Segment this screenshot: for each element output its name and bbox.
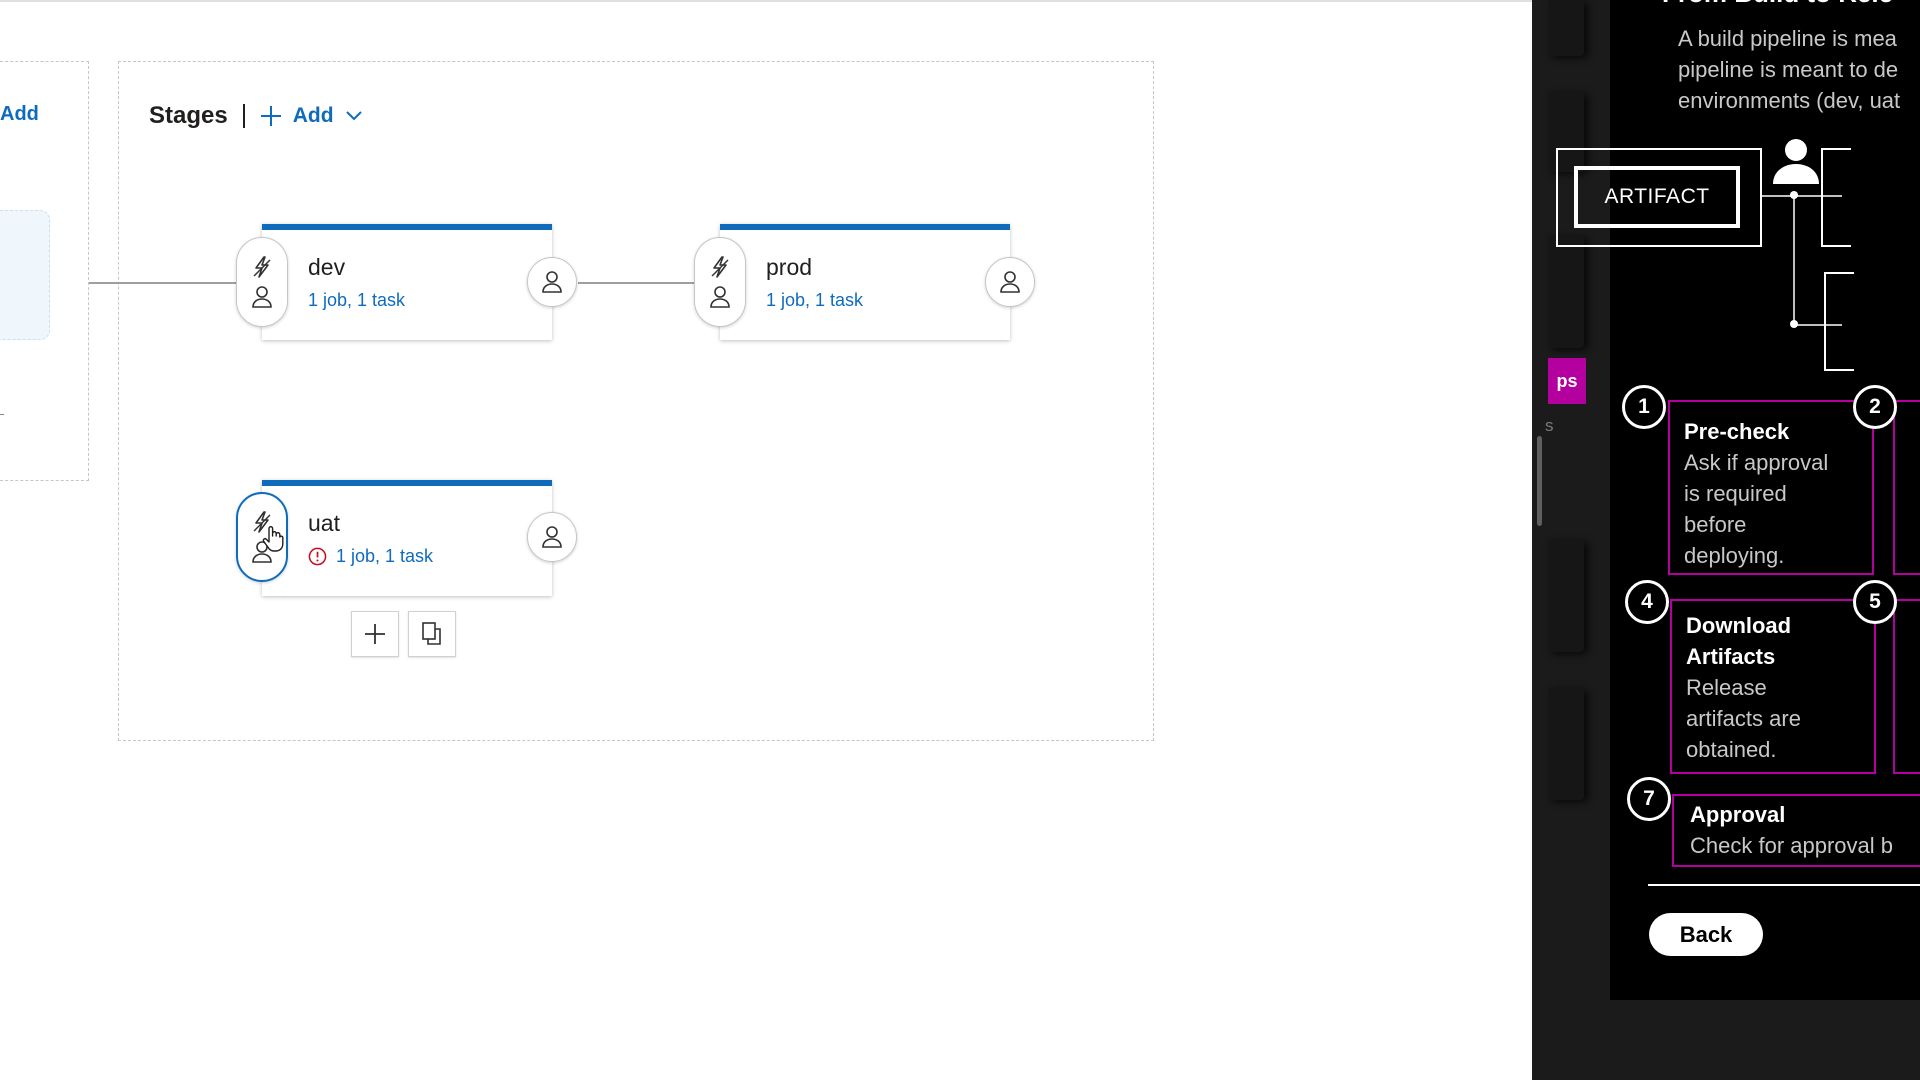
diagram-vertical-line xyxy=(1793,195,1795,325)
diagram-box xyxy=(1824,272,1854,371)
stage-card-uat[interactable]: uat 1 job, 1 task xyxy=(262,480,552,596)
step-text-line: Ask if approval xyxy=(1684,450,1829,475)
tutorial-title: From Build to Rele xyxy=(1662,0,1893,9)
artifact-diagram-box: ARTIFACT xyxy=(1574,166,1740,228)
stages-header: Stages Add xyxy=(149,100,364,132)
stage-name: dev xyxy=(308,254,346,280)
description-line: environments (dev, uat xyxy=(1678,88,1901,113)
stage-name: uat xyxy=(308,510,340,536)
post-deployment-conditions-uat[interactable] xyxy=(527,512,577,562)
step-title-line: Download xyxy=(1686,613,1792,638)
stage-tasks-label: 1 job, 1 task xyxy=(308,290,406,310)
step-title: Download Artifacts xyxy=(1686,610,1791,672)
step-card-5 xyxy=(1893,599,1920,774)
artifacts-add-button[interactable]: Add xyxy=(0,103,39,126)
chevron-down-icon[interactable] xyxy=(344,106,364,126)
step-text-line: Check for approval b xyxy=(1690,833,1893,858)
pre-deployment-conditions-prod[interactable] xyxy=(694,237,746,327)
plus-icon xyxy=(260,106,281,126)
artifact-card[interactable] xyxy=(0,210,50,340)
step-number: 1 xyxy=(1622,385,1666,429)
person-icon xyxy=(542,271,562,293)
header-separator xyxy=(242,104,245,128)
add-stage-below-button[interactable] xyxy=(351,611,399,657)
tutorial-description: A build pipeline is mea pipeline is mean… xyxy=(1678,23,1920,116)
top-divider xyxy=(0,0,1532,2)
person-icon xyxy=(710,286,730,308)
step-number: 2 xyxy=(1853,385,1897,429)
overlay-scrollbar[interactable] xyxy=(1537,436,1542,526)
stage-name: prod xyxy=(766,254,813,280)
stage-tasks-link[interactable]: 1 job, 1 task xyxy=(766,290,863,311)
step-title-line: Artifacts xyxy=(1686,644,1776,669)
step-number: 4 xyxy=(1625,580,1669,624)
person-icon xyxy=(1000,271,1020,293)
dev-to-prod-connector xyxy=(578,282,694,284)
stage-tasks-label: 1 job, 1 task xyxy=(766,290,864,310)
tutorial-overlay: ps s From Build to Rele A build pipeline… xyxy=(1532,0,1920,1080)
bottom-divider xyxy=(1648,884,1920,886)
person-icon xyxy=(1773,139,1819,184)
overlay-side-strip xyxy=(1548,540,1584,652)
hand-cursor-icon xyxy=(262,526,284,552)
overlay-side-strip xyxy=(1548,0,1584,56)
stage-card-prod[interactable]: prod 1 job, 1 task xyxy=(720,224,1010,340)
overlay-side-text: s xyxy=(1545,416,1554,435)
step-title: Approval xyxy=(1690,802,1786,827)
post-deployment-conditions-prod[interactable] xyxy=(985,257,1035,307)
overlay-side-strip xyxy=(1548,236,1584,348)
stage-tasks-link[interactable]: 1 job, 1 task xyxy=(308,546,433,567)
artifact-to-dev-connector xyxy=(89,282,237,284)
artifact-marker xyxy=(0,414,4,415)
diagram-node xyxy=(1790,191,1798,199)
step-number: 7 xyxy=(1627,777,1671,821)
stage-tasks-label: 1 job, 1 task xyxy=(336,546,434,566)
overlay-tab[interactable]: ps xyxy=(1548,358,1586,404)
diagram-node xyxy=(1790,320,1798,328)
step-text-line: obtained. xyxy=(1686,737,1777,762)
description-line: pipeline is meant to de xyxy=(1678,57,1899,82)
step-text-line: before xyxy=(1684,512,1747,537)
person-icon xyxy=(542,526,562,548)
step-title: Pre-check xyxy=(1684,419,1790,444)
step-number: 5 xyxy=(1853,580,1897,624)
clone-icon xyxy=(422,622,441,645)
stages-title: Stages xyxy=(149,102,228,129)
step-card-2 xyxy=(1893,400,1920,575)
plus-icon xyxy=(365,624,385,644)
stage-tasks-link[interactable]: 1 job, 1 task xyxy=(308,290,405,311)
pre-deployment-conditions-dev[interactable] xyxy=(236,237,288,327)
tutorial-panel: From Build to Rele A build pipeline is m… xyxy=(1556,0,1920,1000)
step-text-line: Release xyxy=(1686,675,1767,700)
step-text: Release artifacts are obtained. xyxy=(1686,672,1801,765)
add-stage-button[interactable]: Add xyxy=(259,104,364,128)
stages-panel xyxy=(118,61,1154,741)
lightning-icon xyxy=(711,256,729,278)
description-line: A build pipeline is mea xyxy=(1678,26,1897,51)
step-text: Ask if approval is required before deplo… xyxy=(1684,447,1828,571)
post-deployment-conditions-dev[interactable] xyxy=(527,257,577,307)
add-stage-label: Add xyxy=(292,104,334,127)
stage-card-dev[interactable]: dev 1 job, 1 task xyxy=(262,224,552,340)
overlay-side-strip xyxy=(1548,688,1584,800)
lightning-icon xyxy=(253,256,271,278)
step-text: Check for approval b xyxy=(1690,830,1893,861)
person-icon xyxy=(252,286,272,308)
warning-icon xyxy=(308,547,327,566)
step-text-line: deploying. xyxy=(1684,543,1785,568)
step-text-line: artifacts are xyxy=(1686,706,1801,731)
clone-stage-button[interactable] xyxy=(408,611,456,657)
back-button[interactable]: Back xyxy=(1649,913,1763,956)
step-text-line: is required xyxy=(1684,481,1787,506)
diagram-box xyxy=(1821,148,1851,247)
